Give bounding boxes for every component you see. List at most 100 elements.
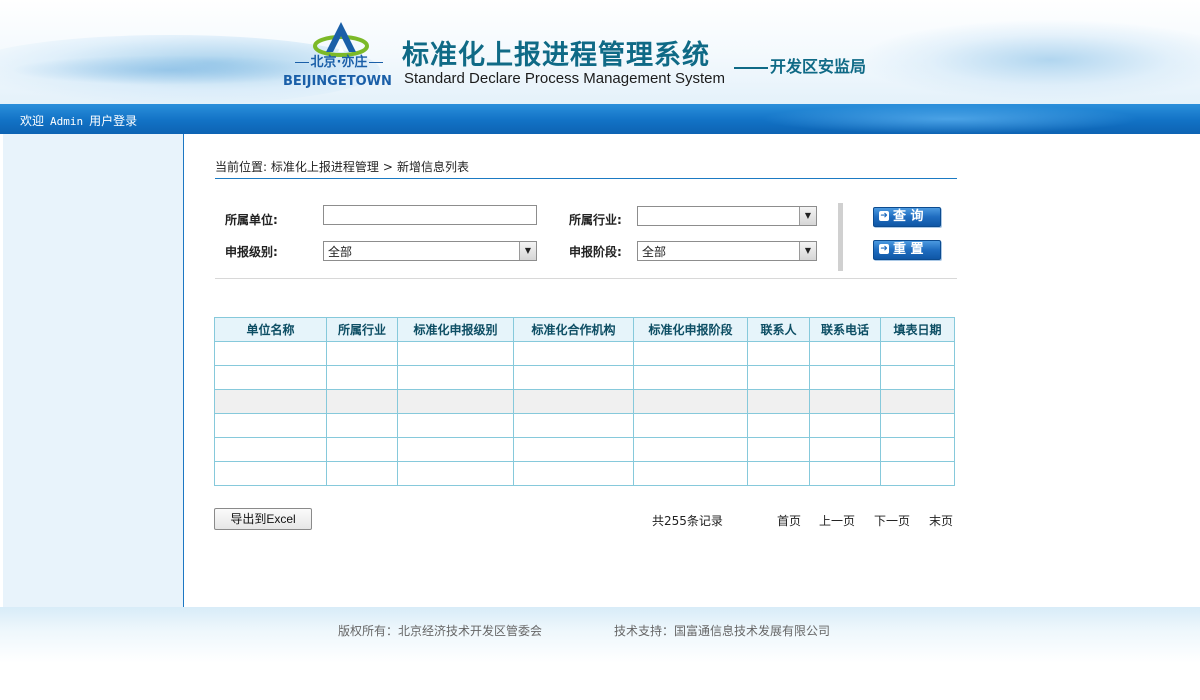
- table-cell: [633, 413, 748, 438]
- table-cell: [809, 413, 881, 438]
- table-cell: [513, 389, 634, 414]
- welcome-area: 欢迎 Admin 用户登录: [20, 112, 143, 129]
- sidebar: [0, 134, 184, 607]
- table-row[interactable]: [214, 437, 955, 462]
- table-header-row: 单位名称 所属行业 标准化申报级别 标准化合作机构 标准化申报阶段 联系人 联系…: [214, 317, 955, 342]
- table-cell: [633, 365, 748, 390]
- footer-support: 技术支持：国富通信息技术发展有限公司: [614, 624, 831, 638]
- table-cell: [809, 389, 881, 414]
- logo-english-text: BEIJINGETOWN: [283, 74, 392, 89]
- table-cell: [747, 413, 810, 438]
- level-label: 申报级别:: [225, 245, 278, 259]
- header-swoosh-left-accent: [10, 55, 330, 85]
- export-excel-button[interactable]: 导出到Excel: [214, 508, 312, 530]
- next-page-link[interactable]: 下一页: [874, 512, 910, 529]
- table-row[interactable]: [214, 389, 955, 414]
- query-button[interactable]: ➜ 查 询: [873, 207, 941, 227]
- industry-select[interactable]: ▼: [637, 206, 817, 226]
- prev-page-link[interactable]: 上一页: [819, 512, 855, 529]
- column-header[interactable]: 标准化申报级别: [397, 317, 514, 342]
- table-cell: [326, 413, 398, 438]
- breadcrumb: 当前位置: 标准化上报进程管理 > 新增信息列表: [215, 158, 957, 179]
- system-title: 标准化上报进程管理系统: [402, 40, 710, 71]
- chevron-down-icon[interactable]: ▼: [799, 242, 816, 260]
- table-cell: [809, 461, 881, 486]
- first-page-link[interactable]: 首页: [777, 512, 801, 529]
- table-cell: [809, 437, 881, 462]
- breadcrumb-separator: >: [382, 160, 393, 174]
- footer-copyright: 版权所有：北京经济技术开发区管委会: [338, 624, 543, 638]
- header: 北京·亦庄 BEIJINGETOWN 标准化上报进程管理系统 Standard …: [0, 0, 1200, 104]
- table-cell: [633, 389, 748, 414]
- stage-label: 申报阶段:: [569, 245, 622, 259]
- username: Admin: [50, 115, 84, 128]
- reset-button[interactable]: ➜ 重 置: [873, 240, 941, 260]
- table-cell: [397, 341, 514, 366]
- table-cell: [397, 413, 514, 438]
- table-cell: [326, 461, 398, 486]
- system-organization: 开发区安监局: [734, 53, 866, 76]
- column-header[interactable]: 填表日期: [880, 317, 955, 342]
- header-swoosh-right: [860, 20, 1200, 100]
- level-select-value: 全部: [328, 245, 353, 259]
- table-cell: [397, 389, 514, 414]
- logo-city-text: 北京·亦庄: [284, 51, 394, 70]
- divider: [838, 203, 843, 271]
- column-header[interactable]: 标准化申报阶段: [633, 317, 748, 342]
- welcome-text: 欢迎: [20, 114, 45, 128]
- industry-label: 所属行业:: [569, 213, 622, 227]
- table-cell: [214, 437, 327, 462]
- table-cell: [880, 365, 955, 390]
- table-row[interactable]: [214, 413, 955, 438]
- table-row[interactable]: [214, 365, 955, 390]
- table-cell: [326, 437, 398, 462]
- column-header[interactable]: 标准化合作机构: [513, 317, 634, 342]
- breadcrumb-level1[interactable]: 标准化上报进程管理: [271, 160, 379, 174]
- table-cell: [326, 341, 398, 366]
- table-cell: [214, 365, 327, 390]
- table-cell: [326, 389, 398, 414]
- table-cell: [747, 437, 810, 462]
- system-subtitle: Standard Declare Process Management Syst…: [404, 70, 725, 87]
- table-cell: [513, 413, 634, 438]
- table-cell: [214, 341, 327, 366]
- table-cell: [747, 365, 810, 390]
- table-cell: [513, 437, 634, 462]
- table-cell: [809, 341, 881, 366]
- table-cell: [880, 437, 955, 462]
- breadcrumb-prefix: 当前位置:: [215, 160, 268, 174]
- stage-select-value: 全部: [642, 245, 667, 259]
- user-login-link[interactable]: 用户登录: [89, 114, 137, 128]
- chevron-down-icon[interactable]: ▼: [799, 207, 816, 225]
- main-content: 当前位置: 标准化上报进程管理 > 新增信息列表 所属单位: 所属行业: ▼ 申报级…: [185, 134, 1200, 607]
- level-select[interactable]: 全部 ▼: [323, 241, 537, 261]
- data-table-container: 单位名称 所属行业 标准化申报级别 标准化合作机构 标准化申报阶段 联系人 联系…: [214, 317, 955, 486]
- column-header[interactable]: 联系电话: [809, 317, 881, 342]
- data-table: 单位名称 所属行业 标准化申报级别 标准化合作机构 标准化申报阶段 联系人 联系…: [214, 317, 955, 486]
- table-row[interactable]: [214, 341, 955, 366]
- table-cell: [633, 437, 748, 462]
- table-cell: [747, 461, 810, 486]
- unit-input[interactable]: [323, 205, 537, 225]
- table-cell: [214, 389, 327, 414]
- table-cell: [747, 389, 810, 414]
- last-page-link[interactable]: 末页: [929, 512, 953, 529]
- table-cell: [513, 461, 634, 486]
- table-cell: [880, 413, 955, 438]
- table-cell: [214, 413, 327, 438]
- table-cell: [397, 461, 514, 486]
- search-form: 所属单位: 所属行业: ▼ 申报级别: 全部 ▼ 申报阶段: 全部 ▼ ➜ 查 询…: [215, 200, 957, 279]
- stage-select[interactable]: 全部 ▼: [637, 241, 817, 261]
- table-body: [214, 341, 955, 486]
- table-cell: [633, 341, 748, 366]
- column-header[interactable]: 联系人: [747, 317, 810, 342]
- table-cell: [397, 365, 514, 390]
- table-cell: [880, 389, 955, 414]
- chevron-down-icon[interactable]: ▼: [519, 242, 536, 260]
- column-header[interactable]: 所属行业: [326, 317, 398, 342]
- table-row[interactable]: [214, 461, 955, 486]
- table-cell: [880, 461, 955, 486]
- column-header[interactable]: 单位名称: [214, 317, 327, 342]
- top-bar: 欢迎 Admin 用户登录: [0, 104, 1200, 134]
- table-cell: [214, 461, 327, 486]
